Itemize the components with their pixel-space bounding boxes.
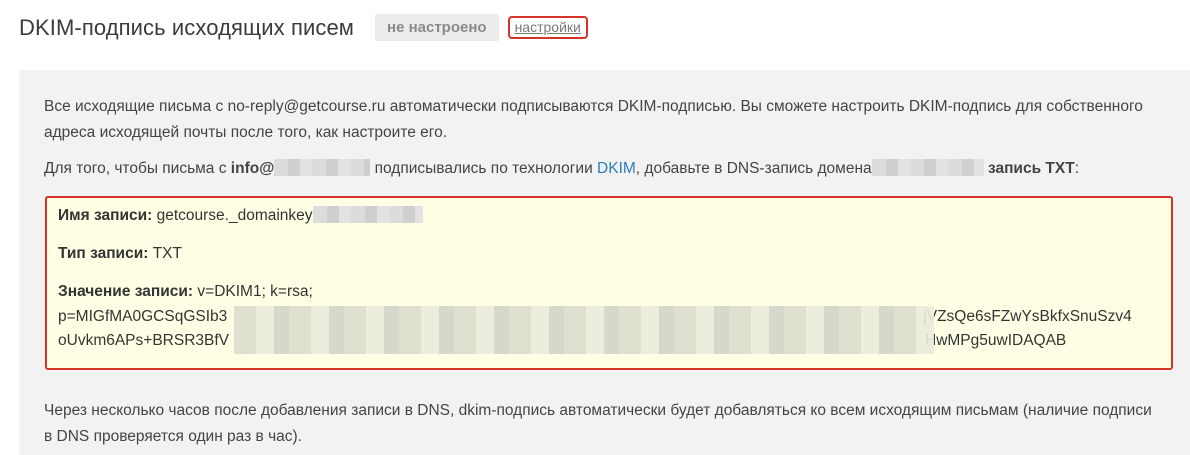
- page-header: DKIM-подпись исходящих писем не настроен…: [19, 14, 588, 41]
- record-name-line: Имя записи: getcourse._domainkey: [58, 206, 423, 225]
- instruction-text: Для того, чтобы письма с info@ подписыва…: [44, 159, 1080, 177]
- record-name-value: getcourse._domainkey: [156, 207, 313, 224]
- settings-link[interactable]: настройки: [507, 16, 588, 39]
- record-name-label: Имя записи:: [58, 207, 153, 224]
- dkim-link[interactable]: DKIM: [597, 160, 636, 177]
- instruction-part2: подписывались по технологии: [370, 160, 598, 177]
- email-prefix: info@: [230, 160, 275, 177]
- dkim-info-panel: Все исходящие письма с no-reply@getcours…: [19, 70, 1190, 455]
- record-type-line: Тип записи: TXT: [58, 245, 182, 263]
- redacted-key-part1: [234, 306, 934, 330]
- record-type-value: TXT: [152, 245, 182, 262]
- intro-text: Все исходящие письма с no-reply@getcours…: [44, 98, 1143, 141]
- redacted-domain: [871, 159, 984, 176]
- redacted-key-part2: [234, 330, 934, 354]
- page-title: DKIM-подпись исходящих писем: [19, 14, 355, 40]
- status-badge: не настроено: [375, 14, 499, 41]
- redacted-record-name: [312, 206, 423, 223]
- record-value-line: Значение записи: v=DKIM1; k=rsa;: [58, 283, 313, 301]
- redacted-email-domain: [274, 159, 371, 176]
- footer-note: Через несколько часов после добавления з…: [44, 402, 1152, 445]
- record-type-text: запись TXT: [987, 160, 1075, 177]
- instruction-part3: , добавьте в DNS-запись домена: [635, 160, 872, 177]
- instruction-part1: Для того, чтобы письма с: [44, 160, 231, 177]
- dns-record-box: Имя записи: getcourse._domainkey Тип зап…: [45, 196, 1173, 370]
- record-type-label: Тип записи:: [58, 245, 149, 262]
- record-value-line1: v=DKIM1; k=rsa;: [197, 283, 313, 300]
- record-value-label: Значение записи:: [58, 283, 194, 300]
